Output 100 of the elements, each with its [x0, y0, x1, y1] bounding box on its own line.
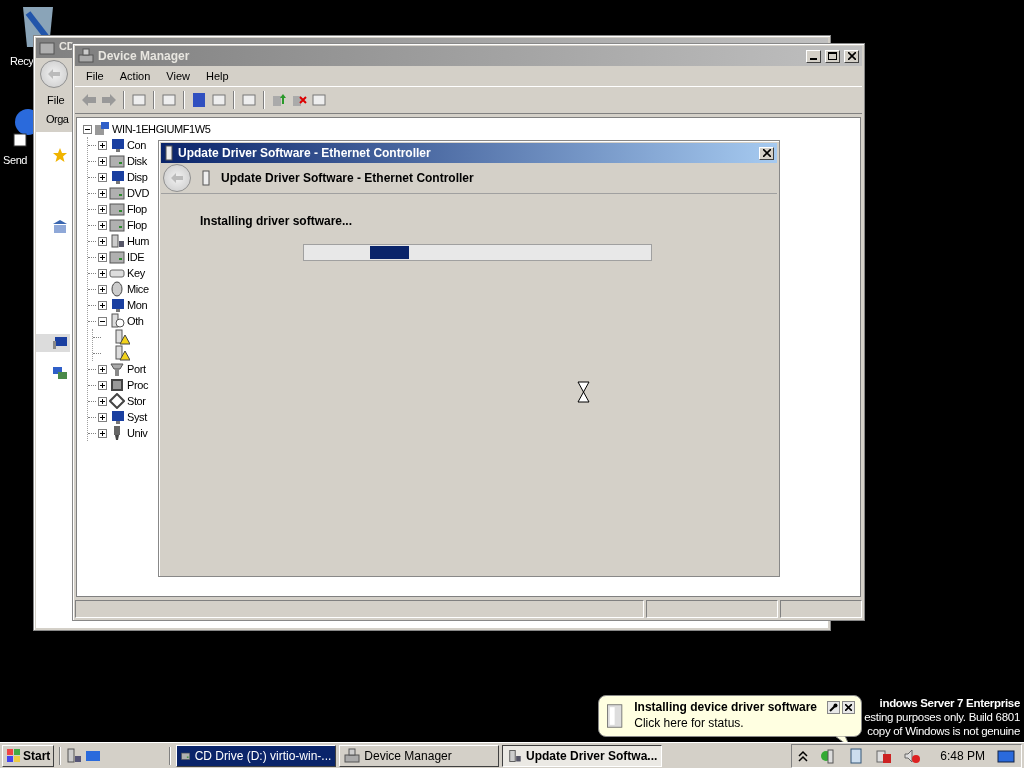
expand-toggle[interactable]	[98, 188, 107, 198]
monitor-icon	[109, 137, 125, 153]
menu-item[interactable]: Action	[112, 69, 158, 83]
maximize-icon	[828, 52, 837, 60]
settings-button[interactable]	[827, 701, 840, 714]
expand-toggle[interactable]	[98, 300, 107, 310]
tree-item[interactable]: WIN-1EHGIUMF1W5	[112, 123, 211, 135]
windows-logo-icon	[6, 748, 21, 763]
expand-toggle[interactable]	[98, 396, 107, 406]
tree-item[interactable]: Hum	[127, 235, 150, 247]
plus-icon	[100, 158, 105, 164]
expand-toggle[interactable]	[98, 380, 107, 390]
collapse-toggle[interactable]	[83, 124, 92, 134]
expand-toggle[interactable]	[98, 204, 107, 214]
security-icon[interactable]	[876, 747, 893, 764]
tree-item[interactable]: Disp	[127, 171, 148, 183]
expand-toggle[interactable]	[98, 236, 107, 246]
menu-item[interactable]: Help	[198, 69, 236, 83]
tree-item[interactable]: Flop	[127, 219, 147, 231]
menu-item[interactable]: File	[79, 69, 111, 83]
wrench-icon	[829, 703, 838, 712]
drive-icon	[109, 249, 125, 265]
computer-icon	[94, 121, 110, 137]
expand-toggle[interactable]	[98, 364, 107, 374]
balloon-text: Click here for status.	[634, 716, 745, 730]
minus-icon	[85, 126, 90, 132]
device-manager-icon	[344, 747, 361, 764]
back-arrow-icon	[48, 69, 60, 79]
desktop-icon-label[interactable]: Send	[3, 154, 28, 166]
tree-item[interactable]: Syst	[127, 411, 147, 423]
expand-toggle[interactable]	[98, 140, 107, 150]
taskbar-button[interactable]: Device Manager	[339, 744, 500, 767]
help-icon[interactable]	[191, 92, 207, 108]
plus-icon	[100, 190, 105, 196]
tree-item[interactable]: Flop	[127, 203, 147, 215]
notification-balloon[interactable]: Installing device driver software Click here for status.	[598, 695, 862, 737]
tree-item[interactable]: DVD	[127, 187, 150, 199]
clock[interactable]: 6:48 PM	[940, 748, 985, 763]
maximize-button[interactable]	[825, 49, 840, 63]
window-title: Device Manager	[98, 49, 190, 63]
drive-icon	[109, 185, 125, 201]
expand-toggle[interactable]	[98, 284, 107, 294]
expand-toggle[interactable]	[98, 156, 107, 166]
tree-item[interactable]: Con	[127, 139, 146, 151]
desktop-icon-label[interactable]: Recy	[10, 55, 34, 67]
dialog-heading: Update Driver Software - Ethernet Controller	[221, 171, 474, 185]
organize-menu[interactable]: Orga	[46, 113, 69, 125]
tree-item[interactable]: Key	[127, 267, 145, 279]
close-button[interactable]	[842, 701, 855, 714]
close-icon	[762, 149, 771, 157]
plus-icon	[100, 142, 105, 148]
close-icon	[847, 52, 856, 60]
tree-item[interactable]: Port	[127, 363, 146, 375]
plus-icon	[100, 414, 105, 420]
expand-toggle[interactable]	[98, 428, 107, 438]
tree-item[interactable]: IDE	[127, 251, 145, 263]
device-install-icon[interactable]	[820, 747, 837, 764]
menu-item[interactable]: View	[159, 69, 197, 83]
nav-item[interactable]	[36, 334, 70, 352]
server-manager-icon[interactable]	[66, 747, 83, 764]
collapse-toggle[interactable]	[98, 316, 107, 326]
tree-item[interactable]: Mice	[127, 283, 149, 295]
tree-item[interactable]: Disk	[127, 155, 147, 167]
plus-icon	[100, 206, 105, 212]
computer-icon	[52, 335, 68, 351]
drive-icon	[109, 201, 125, 217]
monitor-icon	[109, 169, 125, 185]
minimize-button[interactable]	[806, 49, 821, 63]
mouse-icon	[109, 281, 125, 297]
tree-item[interactable]: Univ	[127, 427, 148, 439]
expand-toggle[interactable]	[98, 172, 107, 182]
warning-device-icon	[114, 345, 130, 361]
expand-toggle[interactable]	[98, 268, 107, 278]
monitor-icon	[109, 409, 125, 425]
minus-icon	[100, 318, 105, 324]
tree-item[interactable]: Proc	[127, 379, 149, 391]
tree-item[interactable]: Oth	[127, 315, 144, 327]
plus-icon	[100, 254, 105, 260]
desktop-notice-text: indows Server 7 Enterprise	[879, 696, 1020, 710]
drive-icon	[109, 153, 125, 169]
device-manager-icon	[78, 48, 94, 64]
device-question-icon	[109, 313, 125, 329]
taskbar-button[interactable]: Update Driver Softwa...	[502, 744, 663, 767]
status-message: Installing driver software...	[200, 214, 354, 228]
speaker-muted-icon[interactable]	[904, 747, 921, 764]
expand-toggle[interactable]	[98, 220, 107, 230]
plus-icon	[100, 270, 105, 276]
expand-toggle[interactable]	[98, 252, 107, 262]
start-button[interactable]: Start	[2, 744, 55, 767]
taskbar-button[interactable]: CD Drive (D:) virtio-win-...	[176, 744, 337, 767]
device-icon	[201, 170, 211, 186]
expand-toggle[interactable]	[98, 412, 107, 422]
menu-item[interactable]: File	[40, 93, 72, 107]
plus-icon	[100, 398, 105, 404]
tree-item[interactable]: Mon	[127, 299, 148, 311]
plus-icon	[100, 366, 105, 372]
window-title: Update Driver Software - Ethernet Controller	[178, 146, 431, 160]
show-desktop-icon[interactable]	[997, 747, 1015, 764]
tree-item[interactable]: Stor	[127, 395, 146, 407]
network-icon	[52, 365, 68, 381]
